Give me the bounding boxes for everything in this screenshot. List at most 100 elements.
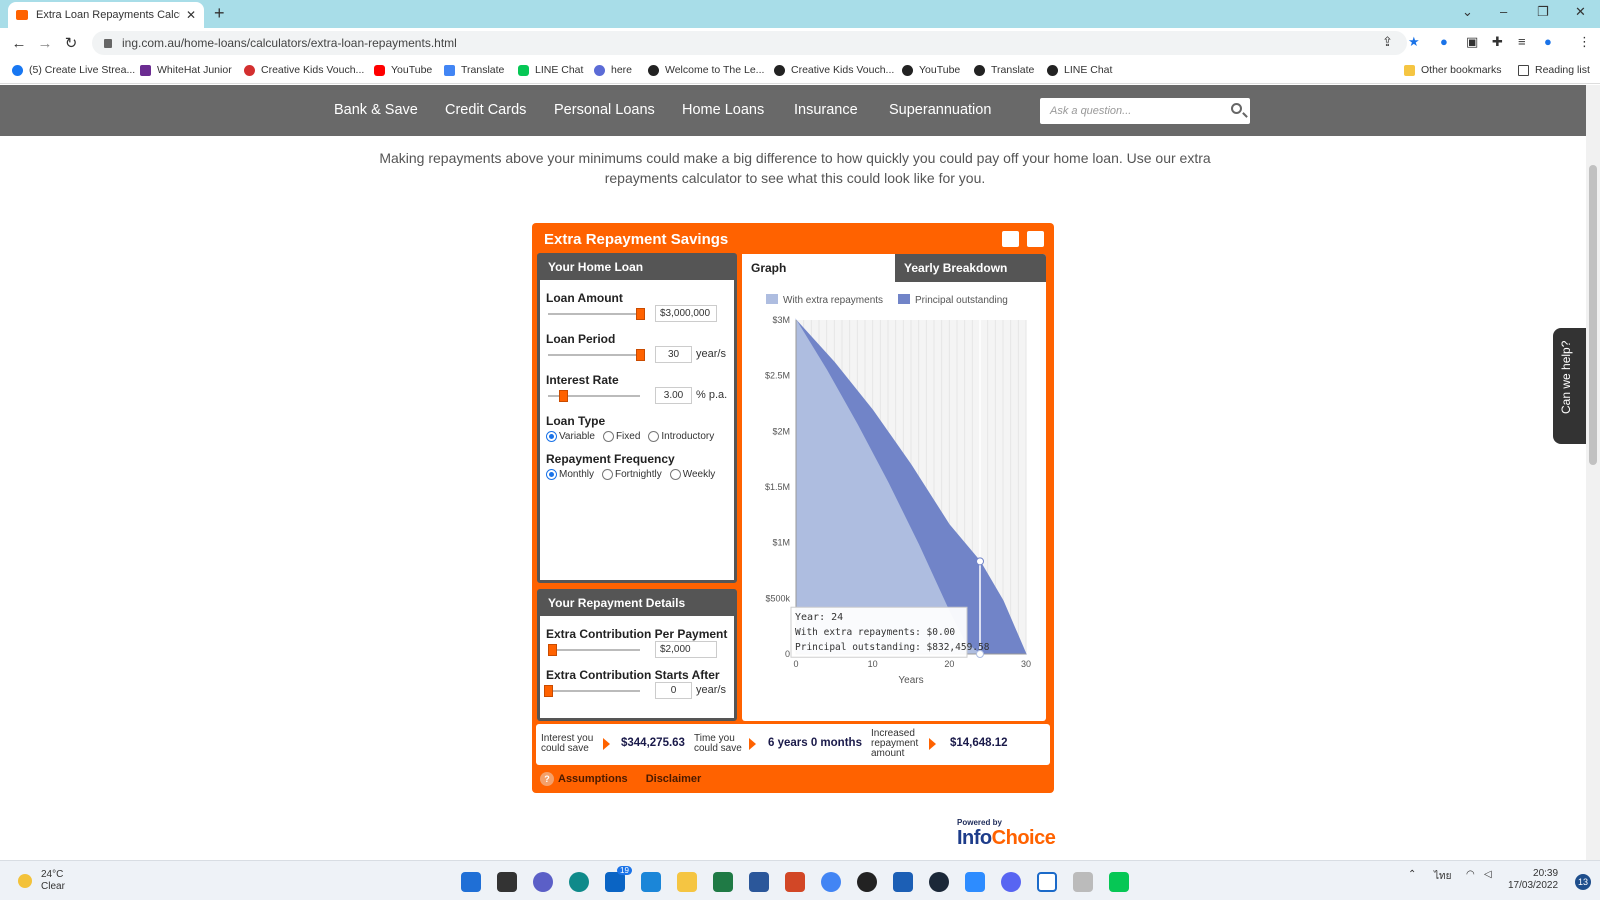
weather-widget[interactable]: 24°C Clear bbox=[18, 869, 65, 893]
starts-after-slider[interactable] bbox=[544, 685, 640, 697]
loan-period-slider[interactable] bbox=[548, 349, 645, 361]
slider-knob[interactable] bbox=[636, 349, 645, 361]
page-scrollbar[interactable] bbox=[1586, 85, 1600, 860]
bookmark-item[interactable]: YouTube bbox=[902, 64, 960, 76]
radio-weekly[interactable]: Weekly bbox=[669, 469, 715, 480]
media-icon[interactable]: ≡ bbox=[1518, 34, 1526, 49]
discord-icon[interactable] bbox=[1001, 872, 1021, 892]
interest-save-label: Interest you could save bbox=[541, 733, 594, 754]
reading-list[interactable]: Reading list bbox=[1518, 64, 1590, 76]
zoom-icon[interactable] bbox=[965, 872, 985, 892]
line-app-icon[interactable] bbox=[1109, 872, 1129, 892]
disclaimer-link[interactable]: Disclaimer bbox=[646, 773, 702, 785]
bookmark-item[interactable]: Translate bbox=[444, 64, 504, 76]
l-app-icon[interactable] bbox=[641, 872, 661, 892]
mail-icon[interactable] bbox=[605, 872, 625, 892]
file-explorer-icon[interactable] bbox=[677, 872, 697, 892]
slider-knob[interactable] bbox=[636, 308, 645, 320]
bookmark-item[interactable]: (5) Create Live Strea... bbox=[12, 64, 135, 76]
forward-icon[interactable]: → bbox=[32, 35, 58, 52]
nav-superannuation[interactable]: Superannuation bbox=[889, 102, 991, 118]
nav-insurance[interactable]: Insurance bbox=[794, 102, 858, 118]
bookmark-item[interactable]: here bbox=[594, 64, 632, 76]
extension-2-icon[interactable]: ▣ bbox=[1466, 34, 1478, 50]
bookmark-item[interactable]: YouTube bbox=[374, 64, 432, 76]
scrollbar-thumb[interactable] bbox=[1589, 165, 1597, 465]
other-bookmarks[interactable]: Other bookmarks bbox=[1404, 64, 1502, 76]
minimize-icon[interactable]: – bbox=[1500, 4, 1507, 19]
windows-taskbar: 24°C Clear 19 ⌃ ไทย ◠ ◁ 20:39 17/03/2022 1… bbox=[0, 860, 1600, 900]
nav-bank-save[interactable]: Bank & Save bbox=[334, 102, 418, 118]
store-icon[interactable] bbox=[893, 872, 913, 892]
wifi-icon[interactable]: ◠ bbox=[1466, 869, 1475, 880]
url-field[interactable]: ing.com.au/home-loans/calculators/extra-… bbox=[92, 31, 1407, 55]
windows-start-icon[interactable] bbox=[461, 872, 481, 892]
tab-graph[interactable]: Graph bbox=[742, 254, 895, 282]
clock[interactable]: 20:39 17/03/2022 bbox=[1508, 868, 1558, 892]
volume-icon[interactable]: ◁ bbox=[1484, 869, 1492, 880]
help-tab[interactable]: Can we help? bbox=[1553, 328, 1586, 444]
radio-fortnightly[interactable]: Fortnightly bbox=[602, 469, 662, 480]
powerpoint-icon[interactable] bbox=[785, 872, 805, 892]
close-window-icon[interactable]: ✕ bbox=[1575, 4, 1586, 20]
tab-search-icon[interactable]: ⌄ bbox=[1462, 4, 1473, 20]
new-tab-icon[interactable]: + bbox=[214, 3, 225, 24]
starts-after-field[interactable]: 0 bbox=[655, 682, 692, 699]
extension-icon[interactable]: ● bbox=[1440, 34, 1448, 49]
task-view-icon[interactable] bbox=[497, 872, 517, 892]
excel-icon[interactable] bbox=[713, 872, 733, 892]
save-icon[interactable] bbox=[1002, 231, 1019, 247]
bookmark-item[interactable]: LINE Chat bbox=[518, 64, 583, 76]
slider-knob[interactable] bbox=[548, 644, 557, 656]
radio-monthly[interactable]: Monthly bbox=[546, 469, 594, 480]
slider-knob[interactable] bbox=[559, 390, 568, 402]
bookmark-item[interactable]: Creative Kids Vouch... bbox=[774, 64, 894, 76]
restore-icon[interactable]: ❐ bbox=[1537, 4, 1549, 20]
obs-icon[interactable] bbox=[857, 872, 877, 892]
extra-contribution-slider[interactable] bbox=[548, 644, 640, 656]
reload-icon[interactable]: ↻ bbox=[58, 34, 84, 52]
nav-home-loans[interactable]: Home Loans bbox=[682, 102, 764, 118]
share-icon[interactable]: ⇪ bbox=[1382, 34, 1393, 50]
print-icon[interactable] bbox=[1027, 231, 1044, 247]
chrome-icon[interactable] bbox=[821, 872, 841, 892]
nav-personal-loans[interactable]: Personal Loans bbox=[554, 102, 655, 118]
ask-question-input[interactable]: Ask a question... bbox=[1040, 98, 1250, 124]
profile-avatar-icon[interactable]: ● bbox=[1544, 34, 1552, 49]
tab-yearly-breakdown[interactable]: Yearly Breakdown bbox=[895, 254, 1046, 282]
loan-period-field[interactable]: 30 bbox=[655, 346, 692, 363]
teams-chat-icon[interactable] bbox=[533, 872, 553, 892]
search-icon[interactable] bbox=[1231, 103, 1242, 114]
radio-variable[interactable]: Variable bbox=[546, 431, 595, 442]
word-icon[interactable] bbox=[749, 872, 769, 892]
chevron-up-icon[interactable]: ⌃ bbox=[1408, 869, 1416, 880]
browser-tab[interactable]: Extra Loan Repayments Calculato ✕ bbox=[8, 2, 204, 28]
interest-rate-slider[interactable] bbox=[548, 390, 640, 402]
extra-contribution-field[interactable]: $2,000 bbox=[655, 641, 717, 658]
close-tab-icon[interactable]: ✕ bbox=[186, 8, 196, 22]
extensions-puzzle-icon[interactable]: ✚ bbox=[1492, 34, 1503, 50]
steam-icon[interactable] bbox=[929, 872, 949, 892]
loan-amount-slider[interactable] bbox=[548, 308, 645, 320]
loan-amount-field[interactable]: $3,000,000 bbox=[655, 305, 717, 322]
nav-credit-cards[interactable]: Credit Cards bbox=[445, 102, 526, 118]
app-icon[interactable] bbox=[1073, 872, 1093, 892]
menu-icon[interactable]: ⋮ bbox=[1578, 34, 1591, 50]
bookmark-item[interactable]: Welcome to The Le... bbox=[648, 64, 764, 76]
assumptions-link[interactable]: Assumptions bbox=[558, 773, 628, 785]
bookmark-item[interactable]: WhiteHat Junior bbox=[140, 64, 232, 76]
radio-fixed[interactable]: Fixed bbox=[602, 431, 640, 442]
edge-icon[interactable] bbox=[569, 872, 589, 892]
bookmark-star-icon[interactable]: ★ bbox=[1408, 34, 1420, 50]
notification-badge[interactable]: 13 bbox=[1575, 874, 1591, 890]
language-icon[interactable]: ไทย bbox=[1434, 869, 1451, 884]
bookmark-item[interactable]: Translate bbox=[974, 64, 1034, 76]
infochoice-logo[interactable]: Powered by InfoChoice bbox=[957, 818, 1056, 850]
bracket-app-icon[interactable] bbox=[1037, 872, 1057, 892]
interest-rate-field[interactable]: 3.00 bbox=[655, 387, 692, 404]
slider-knob[interactable] bbox=[544, 685, 553, 697]
radio-introductory[interactable]: Introductory bbox=[648, 431, 714, 442]
bookmark-item[interactable]: Creative Kids Vouch... bbox=[244, 64, 364, 76]
back-icon[interactable]: ← bbox=[6, 35, 32, 52]
bookmark-item[interactable]: LINE Chat bbox=[1047, 64, 1112, 76]
